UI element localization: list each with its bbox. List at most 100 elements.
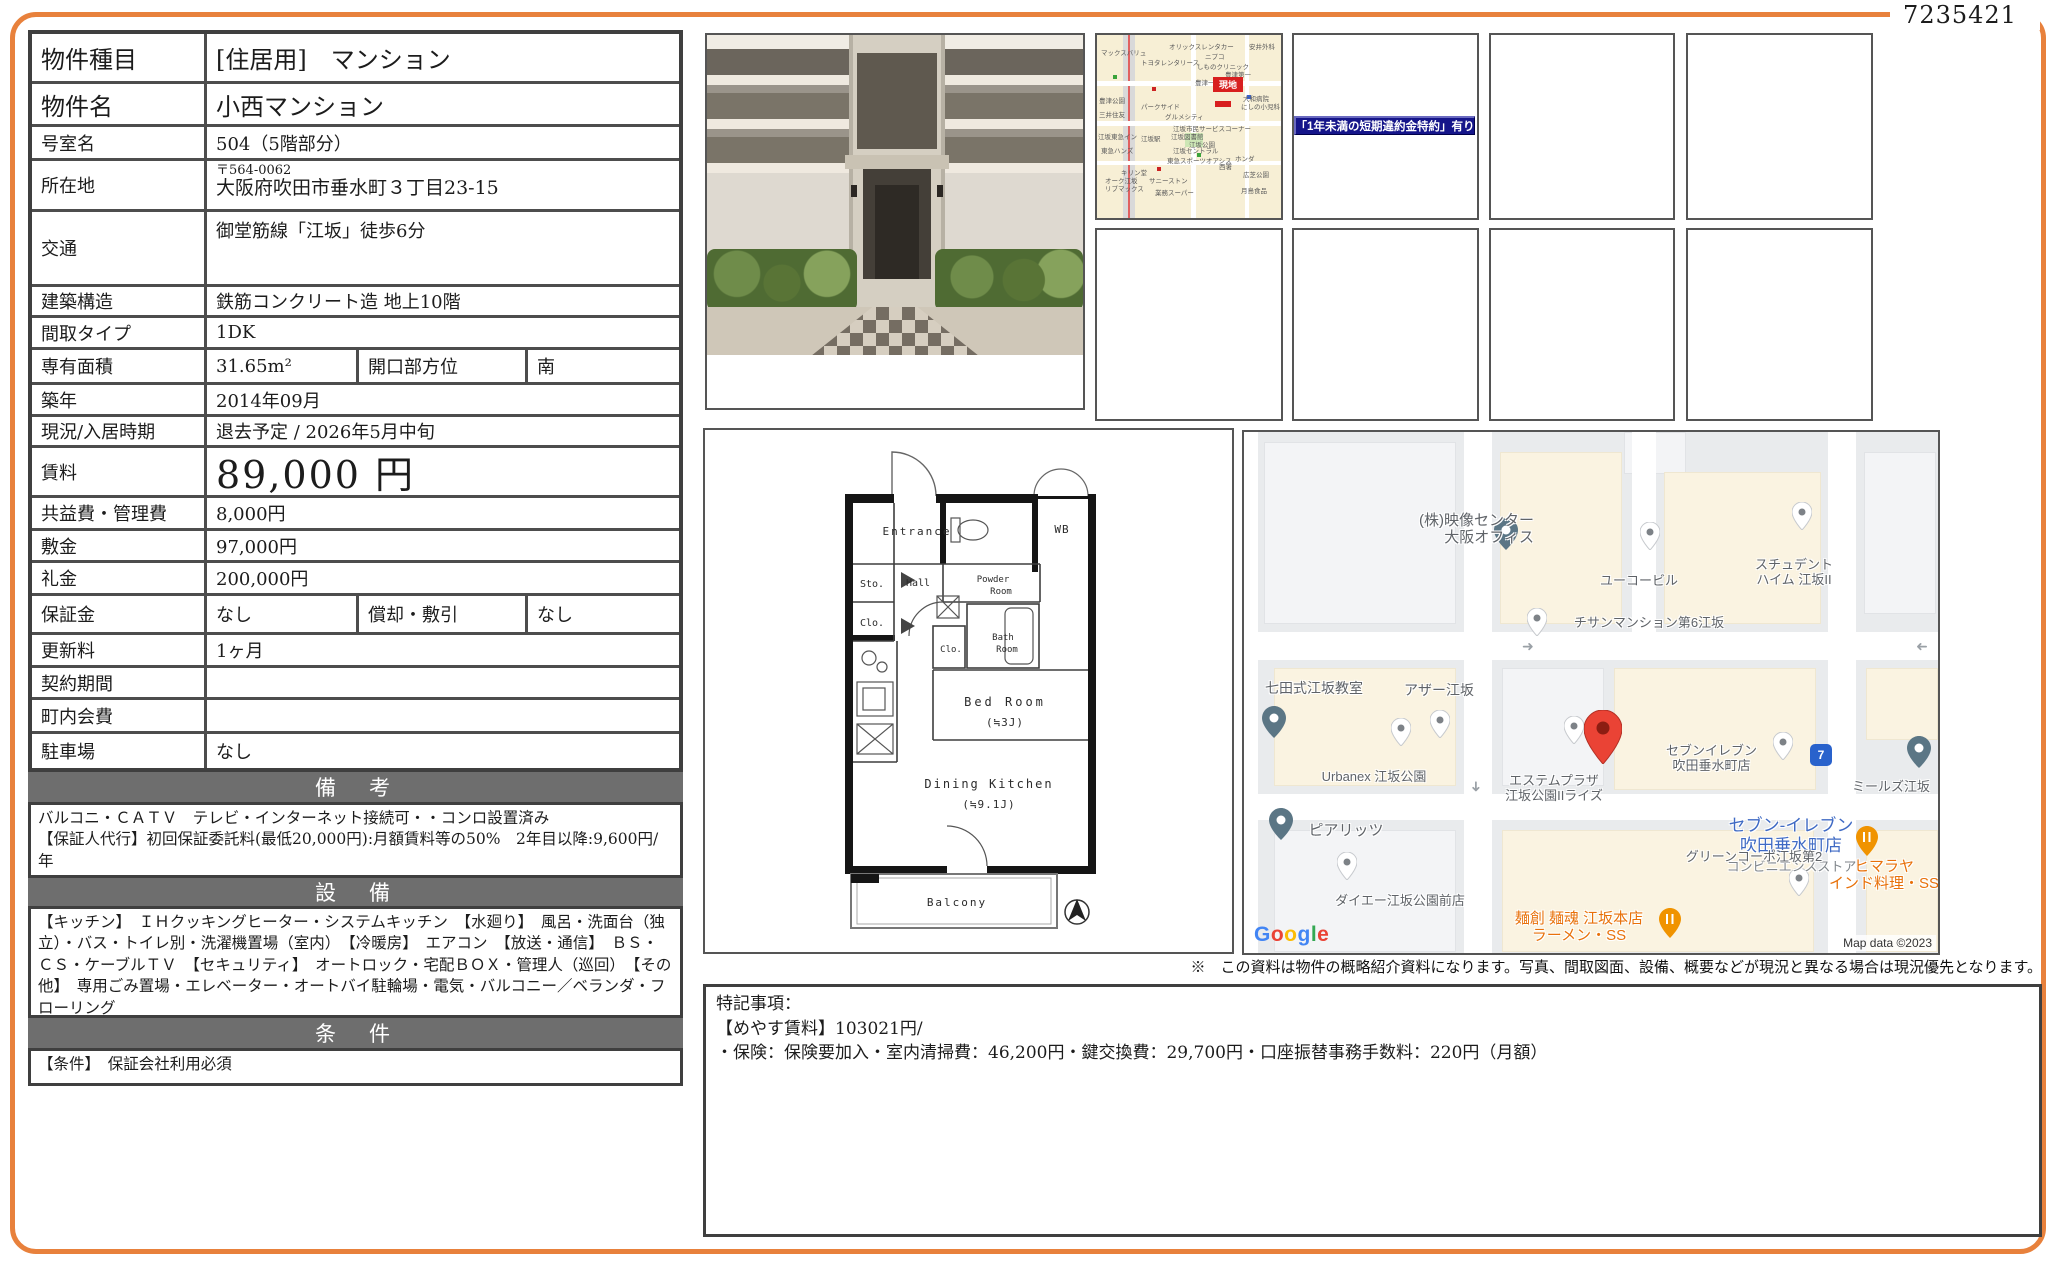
row-value: 〒564-0062 大阪府吹田市垂水町３丁目23-15 <box>207 161 679 209</box>
mini-map-label: パークサイド <box>1141 101 1180 111</box>
seven-eleven-icon: 7 <box>1810 744 1832 766</box>
row-label: 保証金 <box>32 596 207 632</box>
row-label-2: 開口部方位 <box>356 350 528 382</box>
mini-map-label: 江坂セントラル <box>1173 145 1219 155</box>
google-logo: Google <box>1254 923 1329 947</box>
row-label: 号室名 <box>32 127 207 158</box>
row-label: 駐車場 <box>32 734 207 768</box>
row-value: 御堂筋線「江坂」徒歩6分 <box>207 212 679 284</box>
one-way-arrow-icon: ➜ <box>1467 781 1484 793</box>
photo-placeholder <box>1292 228 1479 421</box>
mini-map-label: オリックスレンタカー <box>1169 41 1234 51</box>
row-label: 敷金 <box>32 531 207 560</box>
table-row: 所在地 〒564-0062 大阪府吹田市垂水町３丁目23-15 <box>32 161 679 212</box>
ref-number: 7235421 <box>1890 1 2030 29</box>
map-pin-icon <box>1269 808 1293 840</box>
map-poi-pin-icon <box>1564 716 1584 744</box>
table-row: 現況/入居時期 退去予定 / 2026年5月中旬 <box>32 417 679 448</box>
fp-wb-label: WB <box>1054 523 1069 536</box>
equipment-header: 設 備 <box>28 878 683 906</box>
table-row: 敷金 97,000円 <box>32 531 679 563</box>
rent-value: 89,000 円 <box>207 448 679 495</box>
row-label: 賃料 <box>32 448 207 495</box>
row-label: 現況/入居時期 <box>32 417 207 445</box>
table-row: 礼金 200,000円 <box>32 563 679 596</box>
equipment-text: 【キッチン】 ＩＨクッキングヒーター・システムキッチン 【水廻り】 風呂・洗面台… <box>28 906 683 1018</box>
table-row: 専有面積 31.65m² 開口部方位 南 <box>32 350 679 385</box>
row-label: 町内会費 <box>32 700 207 731</box>
row-value: 1ヶ月 <box>207 635 679 665</box>
property-table: 物件種目 [住居用] マンション 物件名 小西マンション 号室名 504（5階部… <box>28 30 683 1086</box>
map-pin-icon <box>1262 706 1286 738</box>
address-line: 大阪府吹田市垂水町３丁目23-15 <box>216 178 670 200</box>
photo-placeholder <box>1489 33 1675 220</box>
fp-balcony-label: Balcony <box>927 896 987 909</box>
mini-map-label: 江坂駅 <box>1141 133 1161 143</box>
row-label: 間取タイプ <box>32 318 207 347</box>
map-label: 麺創 麺魂 江坂本店 ラーメン・SS <box>1484 910 1674 945</box>
fp-bath-label: Bath <box>992 633 1014 643</box>
map-label: (株)映像センター 大阪オフィス <box>1304 512 1534 547</box>
map-poi-pin-icon <box>1430 710 1450 738</box>
row-label-2: 償却・敷引 <box>356 596 528 632</box>
table-row: 物件名 小西マンション <box>32 84 679 127</box>
row-label: 物件種目 <box>32 34 207 81</box>
remarks-header: 備 考 <box>28 772 683 802</box>
row-value: 1DK <box>207 318 679 347</box>
map-label: ヒマラヤ インド料理・SS <box>1824 858 1940 893</box>
mini-map-label: 月島食品 <box>1241 185 1267 195</box>
mini-map-label: ホンダ <box>1235 153 1255 163</box>
row-value: 2014年09月 <box>207 385 679 414</box>
location-mini-map: マックスバリュ オリックスレンタカー 安井外科 ニプコ トヨタレンタリース しも… <box>1095 33 1283 220</box>
row-value: 504（5階部分） <box>207 127 679 158</box>
map-label: ダイエー江坂公園前店 <box>1310 894 1490 909</box>
remarks-text: バルコニ・ＣＡＴＶ テレビ・インターネット接続可・・コンロ設置済み 【保証人代行… <box>28 802 683 878</box>
map-label: 七田式江坂教室 <box>1244 680 1384 696</box>
mini-map-label: トヨタレンタリース <box>1141 57 1199 67</box>
map-label: Urbanex 江坂公園 <box>1294 770 1454 785</box>
photo-placeholder <box>1686 228 1873 421</box>
mini-map-label: 西署 <box>1219 161 1232 171</box>
mini-map-label: 江坂東急イン <box>1098 131 1137 141</box>
map-attribution: Map data ©2023 <box>1839 935 1936 951</box>
map-poi-pin-icon <box>1640 522 1660 550</box>
row-label: 専有面積 <box>32 350 207 382</box>
conditions-header: 条 件 <box>28 1018 683 1048</box>
table-row: 駐車場 なし <box>32 734 679 768</box>
row-value: 97,000円 <box>207 531 679 560</box>
fp-entrance-label: Entrance <box>883 525 952 538</box>
one-way-arrow-icon: ➜ <box>1522 638 1534 655</box>
mini-map-label: 三井住友 <box>1099 109 1125 119</box>
table-row: 間取タイプ 1DK <box>32 318 679 350</box>
postal-code: 〒564-0062 <box>216 164 670 178</box>
table-row: 更新料 1ヶ月 <box>32 635 679 668</box>
row-label: 交通 <box>32 212 207 284</box>
map-poi-pin-icon <box>1391 718 1411 746</box>
mini-map-label: リブマックス <box>1105 183 1144 193</box>
fp-powder-label-2: Room <box>990 587 1012 597</box>
mini-map-label: 広芝公園 <box>1243 169 1269 179</box>
site-marker: 現地 <box>1213 77 1243 92</box>
fp-bedroom-label: Bed Room <box>964 695 1046 709</box>
mini-map-label: 豊津公園 <box>1099 95 1125 105</box>
row-value <box>207 700 679 731</box>
mini-map-label: 東急ハンズ <box>1101 145 1133 155</box>
mini-map-label: 安井外科 <box>1249 41 1275 51</box>
row-label: 共益費・管理費 <box>32 498 207 528</box>
google-map: ➜ ➜ ➜ 7 (株)映像センター 大阪オフィス ユーコービル スチュデント ハ… <box>1242 430 1940 955</box>
fp-hall-label: Hall <box>906 578 930 589</box>
table-row: 号室名 504（5階部分） <box>32 127 679 161</box>
map-label: ピアリッツ <box>1296 822 1396 839</box>
map-label: スチュデント ハイム 江坂II <box>1724 558 1864 588</box>
fp-bedroom-size: (≒3J) <box>986 716 1024 729</box>
row-value-2: なし <box>528 596 679 632</box>
floor-plan: Entrance WB Sto. Hall Clo. Powder Room C… <box>703 428 1234 954</box>
map-poi-pin-icon <box>1792 502 1812 530</box>
fp-bath-label-2: Room <box>996 645 1018 655</box>
table-row: 町内会費 <box>32 700 679 734</box>
disclaimer-text: ※ この資料は物件の概略紹介資料になります。写真、間取図面、設備、概要などが現況… <box>700 956 2042 977</box>
mini-map-label: ニプコ <box>1205 51 1225 61</box>
row-value: 200,000円 <box>207 563 679 593</box>
map-poi-pin-icon <box>1337 852 1357 880</box>
fp-dk-size: (≒9.1J) <box>962 798 1015 811</box>
